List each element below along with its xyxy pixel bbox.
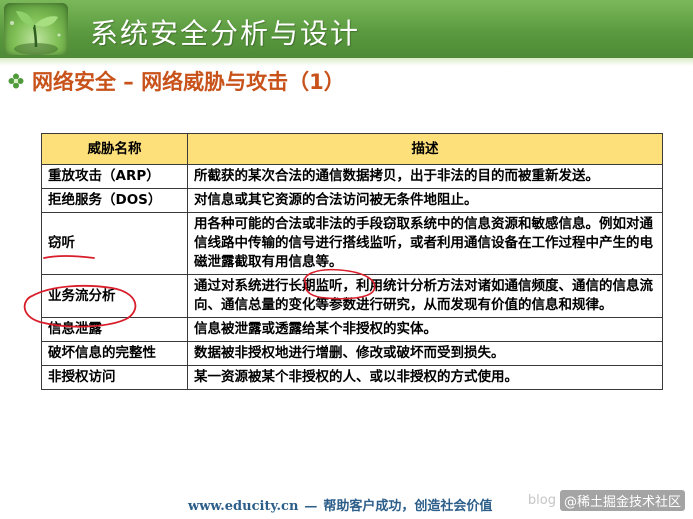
threat-description: 信息被泄露或透露给某个非授权的实体。	[187, 317, 663, 342]
threat-description: 通过对系统进行长期监听，利用统计分析方法对诸如通信频度、通信的信息流向、通信总量…	[187, 274, 663, 318]
threat-name: 窃听	[41, 212, 188, 275]
threat-name: 信息泄露	[41, 317, 188, 342]
threat-description: 某一资源被某个非授权的人、或以非授权的方式使用。	[187, 365, 663, 390]
column-header-description: 描述	[187, 133, 663, 165]
threat-description: 数据被非授权地进行增删、修改或破坏而受到损失。	[187, 341, 663, 366]
threat-name: 业务流分析	[41, 274, 188, 318]
subtitle-row: 网络安全 – 网络威胁与攻击（1）	[8, 66, 345, 96]
table-row: 非授权访问 某一资源被某个非授权的人、或以非授权的方式使用。	[41, 365, 663, 390]
footer-slogan: 帮助客户成功，创造社会价值	[323, 499, 493, 514]
flower-bullet-icon	[8, 73, 24, 89]
threat-name: 破坏信息的完整性	[41, 341, 188, 366]
watermark-blog-text: blog	[527, 493, 556, 508]
table-row: 重放攻击（ARP） 所截获的某次合法的通信数据拷贝，出于非法的目的而被重新发送。	[41, 164, 663, 189]
slide-frame: 系统安全分析与设计 网络安全 – 网络威胁与攻击（1） 威胁名称 描述 重放攻击…	[0, 0, 693, 519]
threat-name: 重放攻击（ARP）	[41, 164, 188, 189]
watermark-text: @稀土掘金技术社区	[559, 490, 685, 511]
table-row: 破坏信息的完整性 数据被非授权地进行增删、修改或破坏而受到损失。	[41, 341, 663, 366]
slide-title: 系统安全分析与设计	[90, 17, 361, 50]
slide-subtitle: 网络安全 – 网络威胁与攻击（1）	[32, 70, 345, 94]
footer-dash: —	[304, 499, 318, 514]
footer-url: www.educity.cn	[188, 499, 299, 514]
sprout-logo-icon	[4, 3, 68, 55]
slide-header: 系统安全分析与设计	[0, 0, 693, 60]
table-header-row: 威胁名称 描述	[41, 133, 663, 165]
threat-name: 非授权访问	[41, 365, 188, 390]
threats-table: 威胁名称 描述 重放攻击（ARP） 所截获的某次合法的通信数据拷贝，出于非法的目…	[41, 133, 663, 390]
threat-description: 用各种可能的合法或非法的手段窃取系统中的信息资源和敏感信息。例如对通信线路中传输…	[187, 212, 663, 275]
table-row: 拒绝服务（DOS） 对信息或其它资源的合法访问被无条件地阻止。	[41, 188, 663, 213]
footer: www.educity.cn — 帮助客户成功，创造社会价值	[188, 495, 492, 514]
column-header-name: 威胁名称	[41, 133, 188, 165]
table-row: 窃听 用各种可能的合法或非法的手段窃取系统中的信息资源和敏感信息。例如对通信线路…	[41, 212, 663, 275]
threat-name: 拒绝服务（DOS）	[41, 188, 188, 213]
threat-description: 对信息或其它资源的合法访问被无条件地阻止。	[187, 188, 663, 213]
watermark: blog @稀土掘金技术社区	[528, 490, 685, 511]
header-divider	[0, 58, 693, 66]
table-row: 业务流分析 通过对系统进行长期监听，利用统计分析方法对诸如通信频度、通信的信息流…	[41, 274, 663, 318]
threat-description: 所截获的某次合法的通信数据拷贝，出于非法的目的而被重新发送。	[187, 164, 663, 189]
table-row: 信息泄露 信息被泄露或透露给某个非授权的实体。	[41, 317, 663, 342]
